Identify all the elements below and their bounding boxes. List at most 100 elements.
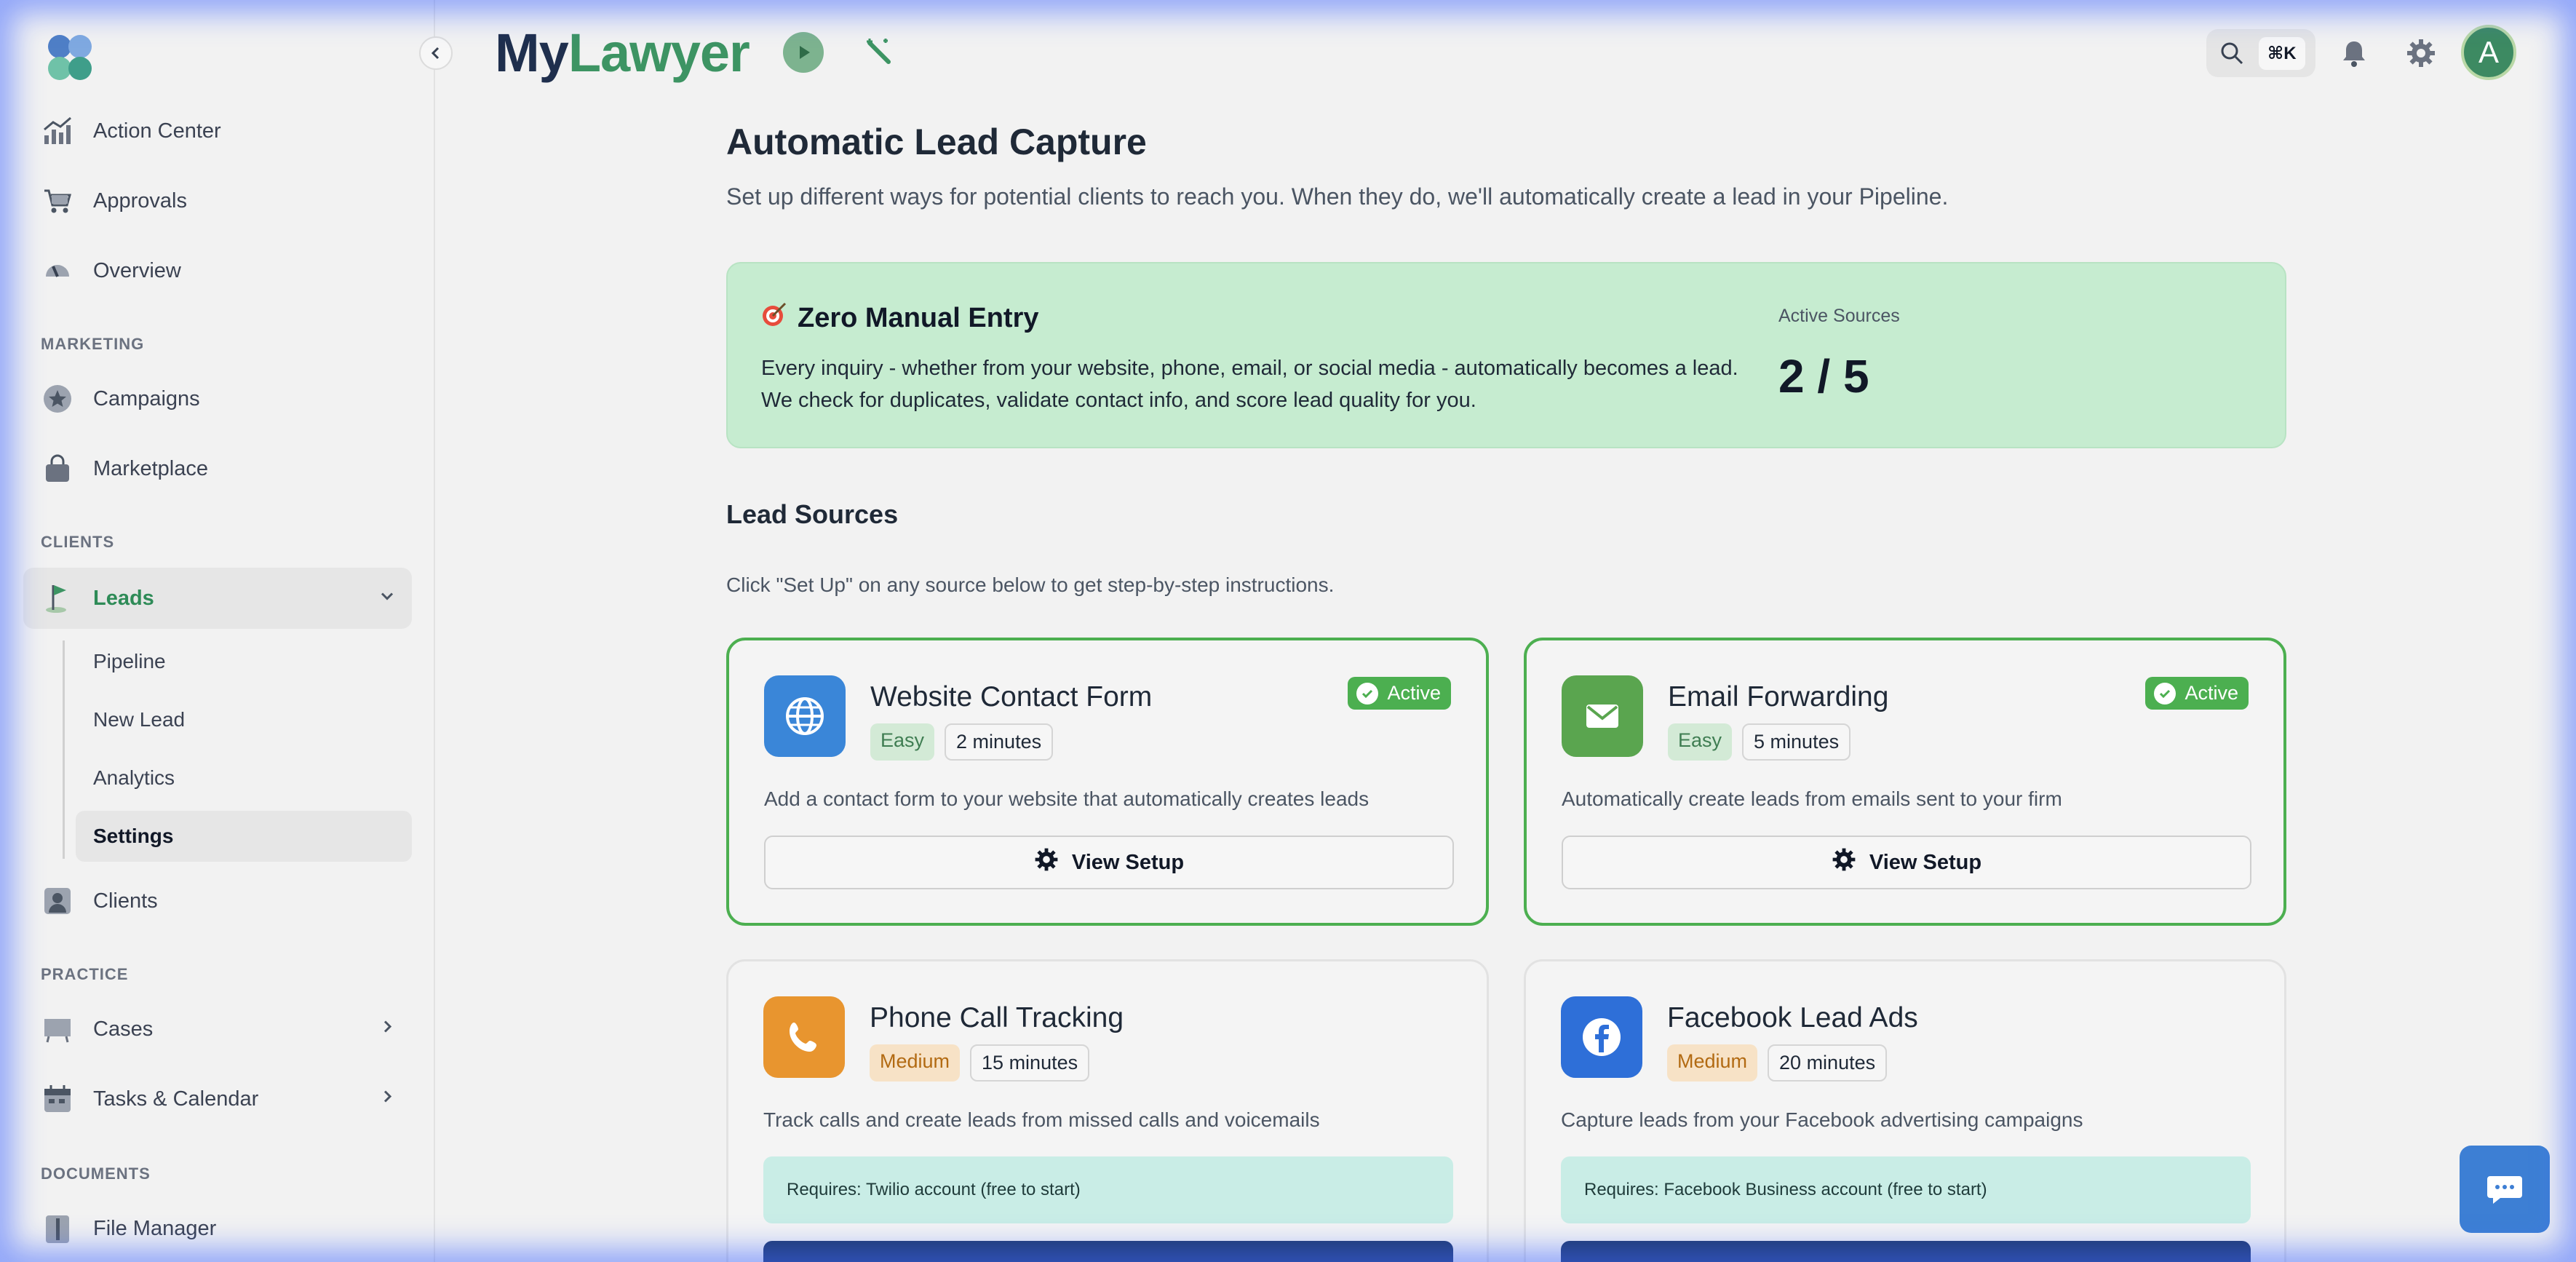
lead-sources-hint: Click "Set Up" on any source below to ge… [726, 574, 1335, 596]
chat-button[interactable] [2460, 1146, 2550, 1233]
gauge-icon [41, 254, 74, 287]
sidebar-item-clients[interactable]: Clients [23, 870, 412, 932]
section-label-documents: DOCUMENTS [41, 1164, 151, 1183]
time-badge: 15 minutes [970, 1044, 1090, 1082]
sidebar-subitem-label: Analytics [93, 766, 175, 789]
card-description: Capture leads from your Facebook adverti… [1561, 1108, 2083, 1131]
gear-icon [1832, 847, 1856, 878]
chevron-right-icon [378, 1087, 396, 1111]
sidebar-item-label: File Manager [93, 1216, 217, 1240]
magic-wand-icon [867, 39, 891, 64]
status-label: Active [2185, 682, 2238, 704]
card-title: Email Forwarding [1668, 681, 1889, 713]
sidebar-item-approvals[interactable]: Approvals [23, 170, 412, 231]
sidebar-item-cases[interactable]: Cases [23, 999, 412, 1060]
play-icon [800, 46, 810, 59]
card-tags: Easy 2 minutes [870, 723, 1063, 761]
star-badge-icon [41, 382, 74, 416]
chat-icon [2487, 1176, 2522, 1204]
status-label: Active [1387, 682, 1441, 704]
notifications-button[interactable] [2336, 35, 2372, 71]
card-tags: Medium 20 minutes [1667, 1044, 1897, 1082]
gear-icon [1034, 847, 1059, 878]
sidebar-subitem-label: Settings [93, 825, 174, 847]
difficulty-badge: Medium [1667, 1044, 1758, 1082]
board-icon [41, 1012, 74, 1046]
magic-wand-button[interactable] [862, 33, 898, 70]
sidebar-item-action-center[interactable]: Action Center [23, 100, 412, 162]
view-setup-button[interactable]: View Setup [1562, 836, 2251, 889]
chevron-left-icon [431, 47, 440, 60]
app-window: Action Center Approvals Overview MARKETI… [0, 0, 2576, 1262]
card-tags: Easy 5 minutes [1668, 723, 1861, 761]
sidebar-subitem-settings[interactable]: Settings [76, 811, 412, 862]
cart-icon [41, 184, 74, 218]
globe-icon [764, 675, 846, 757]
time-badge: 2 minutes [945, 723, 1054, 761]
target-icon [761, 301, 787, 335]
section-label-practice: PRACTICE [41, 965, 129, 983]
page-title: Automatic Lead Capture [726, 122, 1147, 162]
brand-part-lawyer: Lawyer [568, 23, 750, 83]
difficulty-badge: Medium [870, 1044, 961, 1082]
active-sources-label: Active Sources [1778, 306, 1900, 326]
active-sources-count: 2 / 5 [1778, 350, 1869, 402]
sidebar-collapse-button[interactable] [419, 36, 453, 70]
chevron-right-icon [378, 1017, 396, 1041]
phone-icon [763, 996, 845, 1078]
view-setup-label: View Setup [1869, 850, 1982, 874]
set-up-button[interactable] [763, 1241, 1453, 1262]
sidebar-subitem-pipeline[interactable]: Pipeline [76, 636, 412, 687]
section-label-clients: CLIENTS [41, 533, 115, 551]
sidebar-item-label: Marketplace [93, 456, 208, 480]
time-badge: 20 minutes [1768, 1044, 1888, 1082]
user-card-icon [41, 884, 74, 918]
set-up-button[interactable] [1561, 1241, 2251, 1262]
clover-logo-icon[interactable] [41, 29, 99, 87]
search-button[interactable]: ⌘K [2206, 29, 2315, 77]
page-subtitle: Set up different ways for potential clie… [726, 183, 1949, 210]
avatar[interactable]: A [2461, 25, 2516, 80]
sidebar-subitem-new-lead[interactable]: New Lead [76, 694, 412, 745]
lead-sources-title: Lead Sources [726, 499, 899, 529]
view-setup-label: View Setup [1071, 850, 1185, 874]
banner-title: Zero Manual Entry [761, 301, 1039, 335]
sidebar-item-label: Leads [93, 586, 154, 610]
chart-trend-icon [41, 114, 74, 148]
bell-icon [2343, 41, 2365, 67]
lead-source-card-email: Email Forwarding Easy 5 minutes Active A… [1524, 638, 2286, 926]
difficulty-badge: Easy [870, 723, 935, 761]
chevron-down-icon [378, 587, 396, 611]
status-badge: Active [1348, 677, 1451, 710]
card-title: Facebook Lead Ads [1667, 1002, 1918, 1033]
sidebar-item-label: Campaigns [93, 386, 200, 410]
settings-button[interactable] [2403, 35, 2439, 71]
play-button[interactable] [783, 32, 824, 73]
requirement-note: Requires: Twilio account (free to start) [763, 1156, 1453, 1223]
search-icon [2221, 42, 2243, 65]
status-badge: Active [2145, 677, 2249, 710]
sidebar-item-overview[interactable]: Overview [23, 240, 412, 301]
calendar-icon [41, 1082, 74, 1116]
sidebar-subitem-label: New Lead [93, 708, 186, 731]
time-badge: 5 minutes [1742, 723, 1851, 761]
sidebar-item-marketplace[interactable]: Marketplace [23, 438, 412, 499]
sidebar-item-label: Cases [93, 1017, 154, 1041]
sidebar-item-campaigns[interactable]: Campaigns [23, 368, 412, 429]
banner-description-line: Every inquiry - whether from your websit… [761, 357, 1738, 380]
sidebar-item-tasks-calendar[interactable]: Tasks & Calendar [23, 1068, 412, 1130]
lead-source-card-facebook: Facebook Lead Ads Medium 20 minutes Capt… [1524, 959, 2286, 1262]
difficulty-badge: Easy [1668, 723, 1733, 761]
card-description: Add a contact form to your website that … [764, 787, 1370, 810]
app-brand-title[interactable]: MyLawyer [495, 22, 750, 84]
view-setup-button[interactable]: View Setup [764, 836, 1454, 889]
sidebar-item-label: Action Center [93, 119, 221, 143]
sidebar-subitem-analytics[interactable]: Analytics [76, 753, 412, 803]
check-icon [2154, 682, 2177, 705]
sidebar-item-file-manager[interactable]: File Manager [23, 1198, 412, 1259]
banner-description-line: We check for duplicates, validate contac… [761, 389, 1476, 412]
sidebar-item-label: Approvals [93, 188, 187, 213]
sidebar-item-leads[interactable]: Leads [23, 568, 412, 629]
banner-title-text: Zero Manual Entry [798, 302, 1039, 333]
lead-source-card-website: Website Contact Form Easy 2 minutes Acti… [726, 638, 1489, 926]
